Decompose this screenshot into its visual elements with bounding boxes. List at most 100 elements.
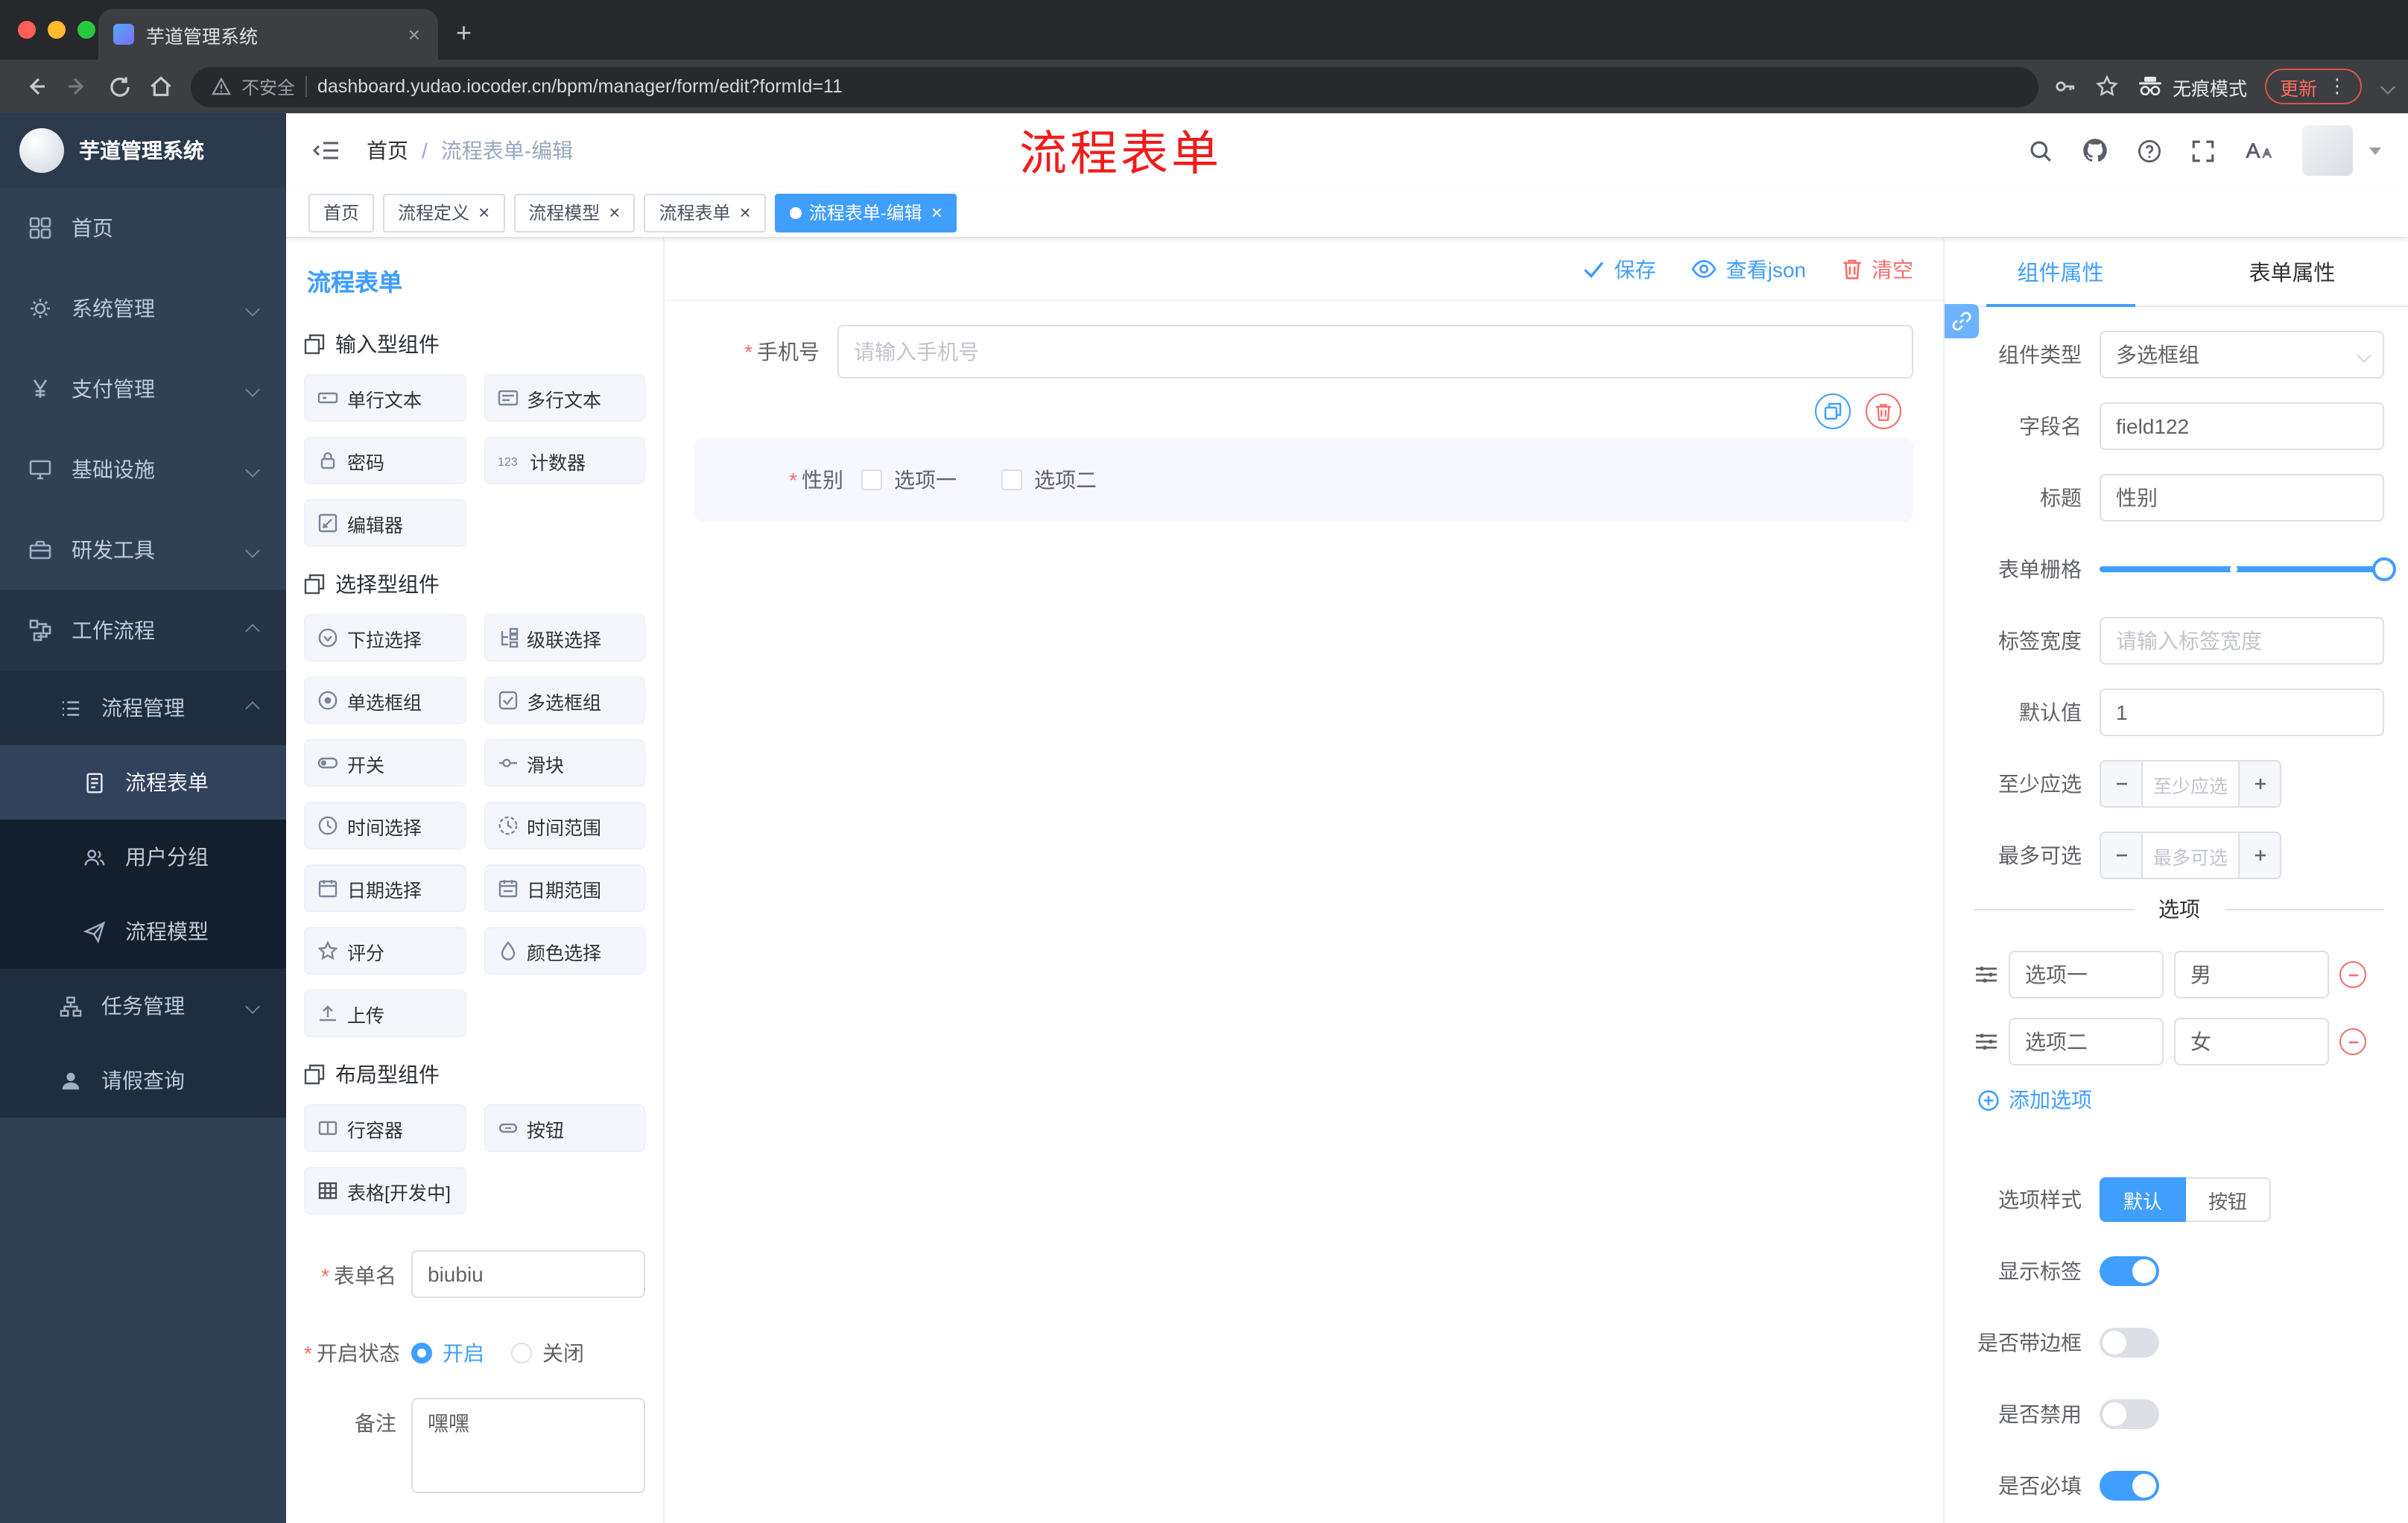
palette-item-multi-line-text[interactable]: 多行文本 [484,374,645,422]
tag-home[interactable]: 首页 [308,193,375,232]
palette-item-button[interactable]: 按钮 [484,1104,645,1152]
tag-process-definition[interactable]: 流程定义 × [383,193,505,232]
sidebar-item-home[interactable]: 首页 [0,188,286,268]
remove-option-button[interactable] [2339,1028,2366,1055]
tag-close-icon[interactable]: × [931,201,942,224]
sidebar-item-leave-query[interactable]: 请假查询 [0,1043,286,1118]
palette-item-upload[interactable]: 上传 [304,990,466,1037]
label-width-input[interactable] [2100,617,2384,665]
component-type-select[interactable]: 多选框组 [2100,331,2384,379]
form-name-input[interactable] [411,1250,645,1298]
browser-tab[interactable]: 芋道管理系统 × [98,9,438,60]
palette-item-cascader[interactable]: 级联选择 [484,614,645,662]
new-tab-button[interactable]: + [456,18,472,49]
tag-process-form[interactable]: 流程表单 × [644,193,766,232]
field-gender-selected[interactable]: * 性别 选项一 选项二 [694,393,1913,522]
window-minimize-button[interactable] [48,21,66,39]
status-radio-off[interactable]: 关闭 [511,1338,584,1368]
increase-button[interactable] [2238,833,2280,878]
home-icon[interactable] [140,66,182,107]
style-button-button[interactable]: 按钮 [2186,1177,2272,1222]
decrease-button[interactable] [2101,833,2143,878]
palette-item-color-picker[interactable]: 颜色选择 [484,927,645,975]
palette-item-slider[interactable]: 滑块 [484,739,645,787]
tab-form-props[interactable]: 表单属性 [2176,238,2408,305]
palette-item-single-line-text[interactable]: 单行文本 [304,374,466,422]
password-key-icon[interactable] [2053,75,2077,98]
sidebar-item-system[interactable]: 系统管理 [0,268,286,349]
form-remark-textarea[interactable]: 嘿嘿 [411,1398,645,1493]
forward-icon[interactable] [57,66,98,107]
palette-item-row-container[interactable]: 行容器 [304,1104,466,1152]
fullscreen-icon[interactable] [2190,138,2216,163]
checkbox-box[interactable] [1001,469,1022,490]
sidebar-item-process-management[interactable]: 流程管理 [0,671,286,745]
required-toggle[interactable] [2100,1471,2159,1501]
chevron-down-icon[interactable] [2380,79,2395,94]
checkbox-option-1[interactable]: 选项一 [861,465,957,495]
view-json-button[interactable]: 查看json [1692,254,1806,284]
sidebar-item-task-management[interactable]: 任务管理 [0,969,286,1043]
link-icon[interactable] [1945,304,1979,338]
palette-item-checkbox-group[interactable]: 多选框组 [484,677,645,724]
browser-menu-icon[interactable]: ⋮ [2328,75,2347,98]
font-size-icon[interactable] [2244,139,2274,162]
palette-item-time-range[interactable]: 时间范围 [484,802,645,849]
update-button[interactable]: 更新 ⋮ [2264,69,2362,104]
checkbox-option-2[interactable]: 选项二 [1001,465,1097,495]
delete-component-button[interactable] [1866,393,1901,429]
tag-process-form-edit[interactable]: 流程表单-编辑 × [774,193,957,232]
bookmark-star-icon[interactable] [2095,75,2119,98]
user-avatar[interactable] [2302,125,2353,176]
option-value-input[interactable] [2174,1018,2329,1066]
sidebar-item-user-groups[interactable]: 用户分组 [0,820,286,894]
tab-component-props[interactable]: 组件属性 [1945,238,2176,307]
decrease-button[interactable] [2101,762,2143,806]
reload-icon[interactable] [98,66,140,107]
option-value-input[interactable] [2174,951,2329,998]
back-icon[interactable] [15,66,57,107]
remove-option-button[interactable] [2339,961,2366,988]
tag-close-icon[interactable]: × [609,201,620,224]
show-label-toggle[interactable] [2100,1256,2159,1286]
phone-input[interactable] [837,325,1913,379]
sidebar-item-devtools[interactable]: 研发工具 [0,510,286,590]
palette-item-time-picker[interactable]: 时间选择 [304,802,466,849]
palette-item-radio-group[interactable]: 单选框组 [304,677,466,724]
option-label-input[interactable] [2009,951,2164,998]
field-phone[interactable]: * 手机号 [694,325,1913,379]
sidebar-item-workflow[interactable]: 工作流程 [0,590,286,671]
window-close-button[interactable] [18,21,36,39]
palette-item-password[interactable]: 密码 [304,437,466,484]
disabled-toggle[interactable] [2100,1399,2159,1429]
max-select-placeholder[interactable]: 最多可选 [2143,833,2238,878]
palette-item-counter[interactable]: 123 计数器 [484,437,645,484]
tag-process-model[interactable]: 流程模型 × [513,193,636,232]
drag-handle-icon[interactable] [1974,964,1998,985]
tag-close-icon[interactable]: × [740,201,751,224]
status-radio-on[interactable]: 开启 [411,1338,484,1368]
drag-handle-icon[interactable] [1974,1031,1998,1052]
palette-item-editor[interactable]: 编辑器 [304,499,466,547]
palette-item-dropdown[interactable]: 下拉选择 [304,614,466,662]
palette-item-table[interactable]: 表格[开发中] [304,1167,466,1215]
option-label-input[interactable] [2009,1018,2164,1066]
palette-item-switch[interactable]: 开关 [304,739,466,787]
slider-handle[interactable] [2372,557,2396,581]
add-option-button[interactable]: 添加选项 [1977,1085,2384,1115]
palette-item-rate[interactable]: 评分 [304,927,466,975]
github-icon[interactable] [2082,137,2108,164]
tag-close-icon[interactable]: × [478,201,489,224]
breadcrumb-home[interactable]: 首页 [367,136,408,165]
style-default-button[interactable]: 默认 [2100,1177,2187,1222]
window-zoom-button[interactable] [77,21,95,39]
sidebar-item-process-form[interactable]: 流程表单 [0,745,286,820]
palette-item-date-range[interactable]: 日期范围 [484,864,645,912]
grid-slider[interactable] [2100,557,2396,581]
sidebar-fold-icon[interactable] [313,139,340,162]
checkbox-box[interactable] [861,469,882,490]
default-value-input[interactable] [2100,688,2384,736]
field-name-input[interactable] [2100,402,2384,450]
copy-component-button[interactable] [1815,393,1851,429]
sidebar-item-infrastructure[interactable]: 基础设施 [0,429,286,510]
